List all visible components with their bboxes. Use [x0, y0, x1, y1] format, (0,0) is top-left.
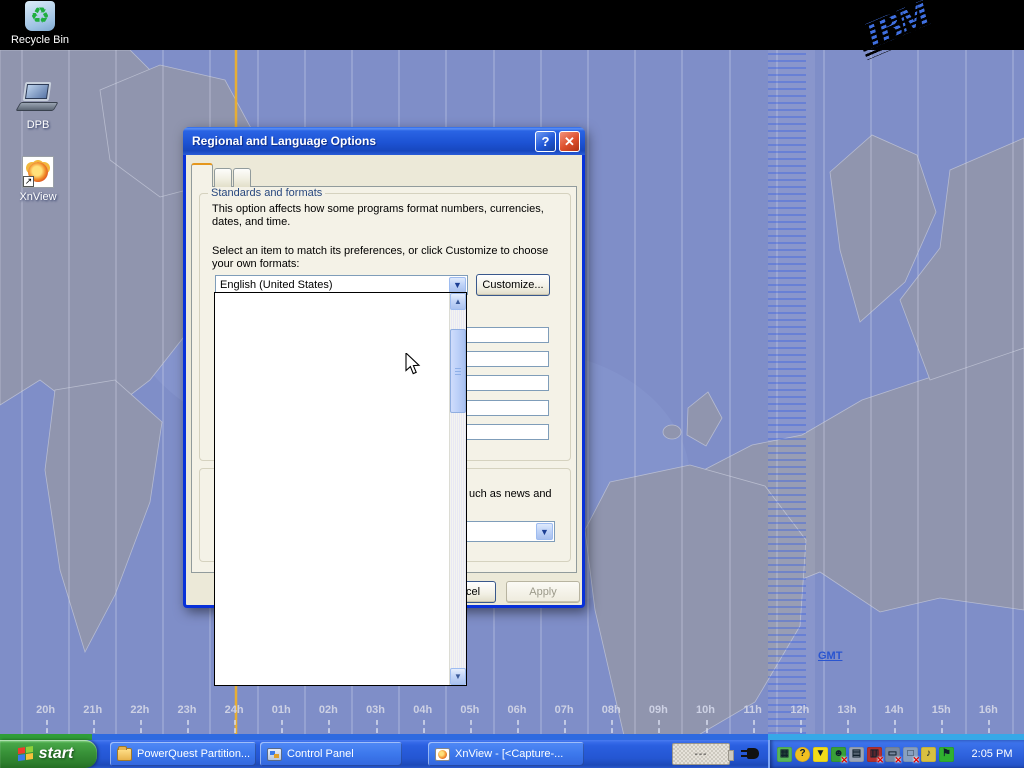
chevron-down-icon[interactable]: ▼ [536, 523, 553, 540]
taskbar-button-xnview[interactable]: XnView - [<Capture-... [428, 742, 584, 766]
taskbar-button-powerquest[interactable]: PowerQuest Partition... [110, 742, 256, 766]
dpb-label: DPB [2, 119, 74, 131]
timezone-label: 11h [729, 704, 776, 716]
system-tray: ▦?▼☻▤▥▭□♪⚑ 2:05 PM [768, 740, 1024, 768]
scheduler-flag-icon[interactable]: ⚑ [939, 747, 954, 762]
desktop-icon-dpb[interactable]: DPB [2, 82, 74, 131]
desktop-icon-xnview[interactable]: ↗ XnView [2, 156, 74, 203]
card-reader-icon[interactable]: ▦ [777, 747, 792, 762]
dialog-tabs [191, 163, 252, 187]
start-button[interactable]: start [0, 740, 97, 768]
top-black-strip: ♻ Recycle Bin IBM [0, 0, 1024, 50]
desktop: GMT 20h21h22h23h24h01h02h03h04h05h06h07h… [0, 0, 1024, 768]
laptop-icon [18, 82, 58, 116]
dialog-title: Regional and Language Options [192, 134, 532, 148]
dialog-tab[interactable] [214, 168, 232, 187]
timezone-scale: 20h21h22h23h24h01h02h03h04h05h06h07h08h0… [22, 704, 1013, 716]
dialog-titlebar[interactable]: Regional and Language Options ? ✕ [183, 127, 585, 155]
recycle-bin-label: Recycle Bin [8, 34, 72, 46]
display-offline-icon[interactable]: □ [903, 747, 918, 762]
timezone-label: 08h [588, 704, 635, 716]
battery-meter[interactable]: --- [672, 743, 730, 765]
taskbar-clock[interactable]: 2:05 PM [962, 748, 1022, 760]
gmt-meridian-label: GMT [818, 650, 842, 662]
scroll-down-icon[interactable]: ▼ [450, 668, 466, 685]
timezone-label: 13h [823, 704, 870, 716]
windows-flag-icon [18, 745, 34, 762]
language-dropdown-list: ▲ ▼ [214, 292, 467, 686]
taskbar: start PowerQuest Partition... Control Pa… [0, 740, 1024, 768]
scroll-up-icon[interactable]: ▲ [450, 293, 466, 310]
xnview-app-icon [435, 748, 450, 761]
timezone-label: 14h [871, 704, 918, 716]
standards-description: This option affects how some programs fo… [212, 203, 564, 229]
dialog-tab[interactable] [233, 168, 251, 187]
timezone-label: 06h [493, 704, 540, 716]
list-scrollbar[interactable]: ▲ ▼ [449, 293, 466, 685]
timezone-label: 12h [776, 704, 823, 716]
timezone-label: 02h [305, 704, 352, 716]
xnview-label: XnView [2, 191, 74, 203]
ac-plug-icon [741, 747, 759, 760]
timezone-label: 20h [22, 704, 69, 716]
apply-button[interactable]: Apply [506, 581, 580, 603]
help-button[interactable]: ? [535, 131, 556, 152]
timezone-label: 01h [258, 704, 305, 716]
timezone-label: 23h [163, 704, 210, 716]
mouse-cursor [405, 353, 423, 377]
messenger-offline-icon[interactable]: ☻ [831, 747, 846, 762]
ibm-logo: IBM [860, 0, 933, 53]
timezone-label: 16h [965, 704, 1012, 716]
shortcut-arrow-icon: ↗ [23, 176, 34, 187]
traffic-offline-icon[interactable]: ▥ [867, 747, 882, 762]
standards-group-label: Standards and formats [208, 187, 325, 199]
desktop-icon-recycle-bin[interactable]: ♻ Recycle Bin [8, 1, 72, 46]
timezone-label: 07h [541, 704, 588, 716]
timezone-label: 09h [635, 704, 682, 716]
volume-icon[interactable]: ♪ [921, 747, 936, 762]
network-places-icon[interactable]: ▤ [849, 747, 864, 762]
language-list-items [215, 293, 449, 685]
recycle-bin-icon: ♻ [25, 1, 55, 31]
xnview-icon: ↗ [22, 156, 54, 188]
timezone-label: 10h [682, 704, 729, 716]
taskbar-button-control-panel[interactable]: Control Panel [260, 742, 402, 766]
control-panel-icon [267, 748, 282, 761]
timezone-label: 05h [446, 704, 493, 716]
standards-instruction: Select an item to match its preferences,… [212, 245, 568, 271]
timezone-label: 03h [352, 704, 399, 716]
computer-offline-icon[interactable]: ▭ [885, 747, 900, 762]
chevron-down-icon[interactable]: ▼ [449, 277, 466, 293]
question-ball-icon[interactable]: ? [795, 747, 810, 762]
timezone-label: 15h [918, 704, 965, 716]
close-button[interactable]: ✕ [559, 131, 580, 152]
customize-button[interactable]: Customize... [476, 274, 550, 296]
location-text-fragment: uch as news and [469, 488, 552, 501]
safely-remove-icon[interactable]: ▼ [813, 747, 828, 762]
scrollbar-thumb[interactable] [450, 329, 466, 413]
dialog-tab[interactable] [191, 163, 213, 187]
timezone-label: 24h [211, 704, 258, 716]
timezone-label: 22h [116, 704, 163, 716]
tray-icons: ▦?▼☻▤▥▭□♪⚑ [777, 747, 954, 762]
timezone-label: 21h [69, 704, 116, 716]
timezone-label: 04h [399, 704, 446, 716]
format-combobox-value: English (United States) [216, 279, 448, 291]
folder-icon [117, 748, 132, 761]
